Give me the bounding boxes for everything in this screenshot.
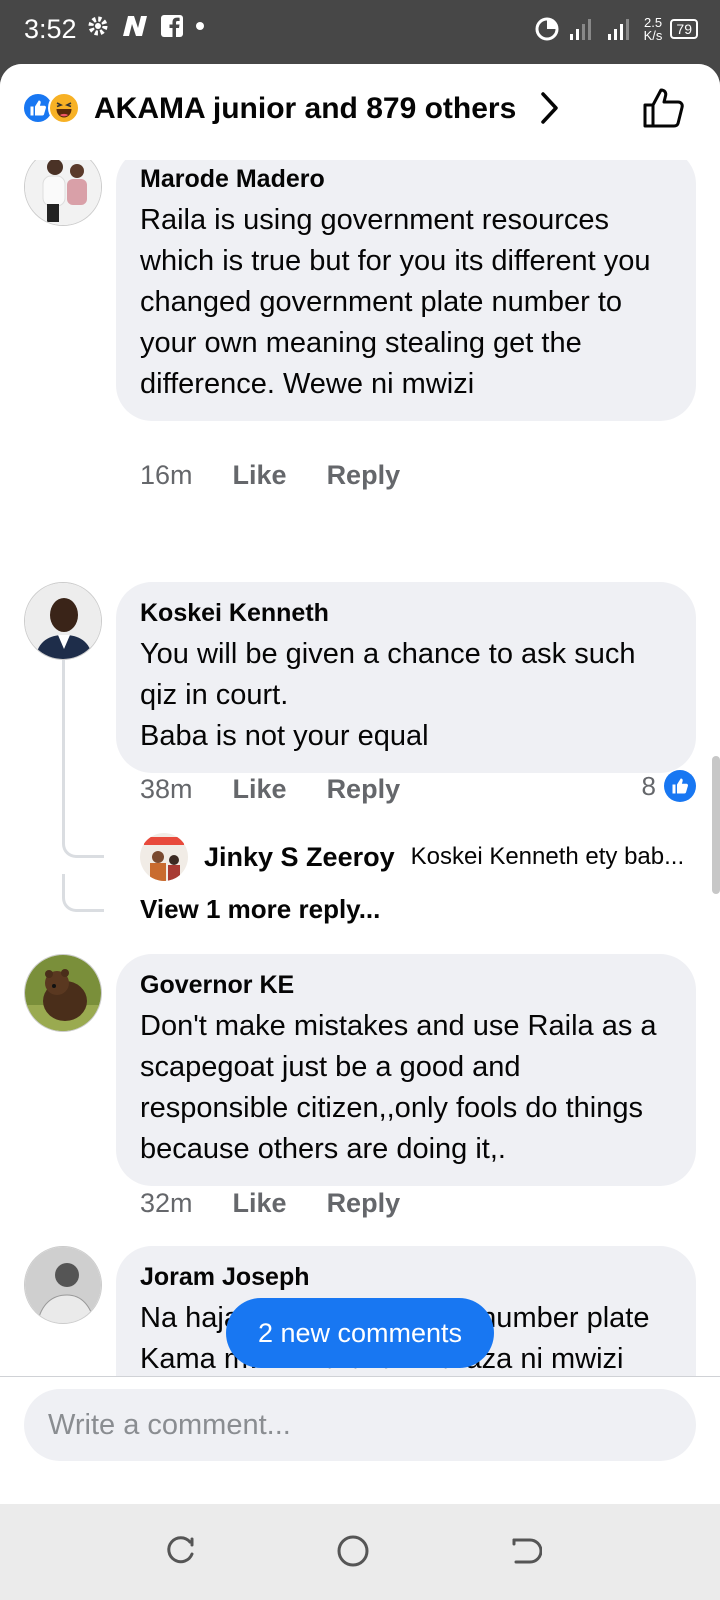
- comment-author[interactable]: Koskei Kenneth: [140, 596, 672, 630]
- facebook-icon: [161, 15, 183, 38]
- data-saver-icon: [535, 17, 559, 41]
- avatar[interactable]: [24, 582, 102, 660]
- reply-action[interactable]: Reply: [327, 774, 401, 805]
- thread-connector: [62, 820, 104, 858]
- comment-composer: Write a comment...: [0, 1376, 720, 1472]
- reactions-header[interactable]: AKAMA junior and 879 others: [0, 64, 720, 160]
- reaction-count[interactable]: 8: [642, 770, 696, 802]
- reactions-summary: AKAMA junior and 879 others: [94, 92, 517, 125]
- comment-author[interactable]: Marode Madero: [140, 162, 672, 196]
- avatar[interactable]: [24, 1246, 102, 1324]
- like-action[interactable]: Like: [233, 460, 287, 491]
- haha-reaction-icon: [48, 92, 80, 124]
- like-action[interactable]: Like: [233, 774, 287, 805]
- reply-preview[interactable]: Jinky S Zeeroy Koskei Kenneth ety bab...: [140, 832, 700, 882]
- status-time: 3:52: [24, 14, 77, 44]
- comment-list[interactable]: Marode Madero Raila is using government …: [0, 160, 720, 1376]
- navigation-bar: [0, 1504, 720, 1600]
- like-action[interactable]: Like: [233, 1188, 287, 1219]
- like-badge-icon: [664, 770, 696, 802]
- comments-sheet: AKAMA junior and 879 others Marode Mader…: [0, 64, 720, 1504]
- avatar[interactable]: [24, 954, 102, 1032]
- comment-time: 32m: [140, 1188, 193, 1218]
- network-speed-unit: K/s: [643, 28, 663, 43]
- comment-text: You will be given a chance to ask such q…: [140, 638, 636, 752]
- comment-text: Raila is using government resources whic…: [140, 204, 651, 400]
- reply-author[interactable]: Jinky S Zeeroy: [204, 842, 395, 873]
- reply-action[interactable]: Reply: [327, 460, 401, 491]
- avatar[interactable]: [24, 160, 102, 226]
- home-icon[interactable]: [336, 1534, 370, 1568]
- network-speed: 2.5 K/s: [644, 16, 663, 42]
- scroll-indicator[interactable]: [712, 756, 720, 894]
- reaction-icons: [22, 92, 80, 124]
- battery-indicator: 79: [670, 19, 698, 39]
- comment-time: 38m: [140, 774, 193, 804]
- view-more-replies[interactable]: View 1 more reply...: [140, 894, 380, 925]
- thread-line: [62, 660, 65, 840]
- signal-icon-2: [607, 19, 629, 40]
- n-app-icon: [123, 16, 147, 36]
- comment-author[interactable]: Governor KE: [140, 968, 672, 1002]
- avatar[interactable]: [140, 833, 188, 881]
- recent-apps-icon[interactable]: [164, 1534, 198, 1568]
- comment-bubble[interactable]: Marode Madero Raila is using government …: [116, 160, 696, 421]
- status-notification-icons: [86, 14, 206, 38]
- reaction-count-number: 8: [641, 770, 656, 801]
- status-system-icons: 2.5 K/s 79: [534, 16, 698, 42]
- signal-icon: [569, 19, 591, 40]
- comment-bubble[interactable]: Koskei Kenneth You will be given a chanc…: [116, 582, 696, 773]
- comment-time: 16m: [140, 460, 193, 490]
- status-bar: 3:52 2.5 K/s 79: [0, 0, 720, 64]
- chevron-right-icon: [541, 92, 558, 124]
- comment-input[interactable]: Write a comment...: [24, 1389, 696, 1461]
- comment-author[interactable]: Joram Joseph: [140, 1260, 672, 1294]
- comment-text: Don't make mistakes and use Raila as a s…: [140, 1010, 657, 1165]
- like-button-icon[interactable]: [642, 86, 686, 130]
- new-comments-button[interactable]: 2 new comments: [226, 1298, 494, 1368]
- comment-bubble[interactable]: Governor KE Don't make mistakes and use …: [116, 954, 696, 1186]
- notification-dot-icon: [196, 22, 204, 30]
- thread-connector: [62, 874, 104, 912]
- gear-icon: [88, 16, 108, 36]
- comment-actions: 16m Like Reply: [140, 460, 400, 491]
- back-icon[interactable]: [508, 1534, 542, 1568]
- comment-actions: 38m Like Reply: [140, 774, 400, 805]
- reply-action[interactable]: Reply: [327, 1188, 401, 1219]
- reply-text: Koskei Kenneth ety bab...: [410, 843, 685, 870]
- comment-actions: 32m Like Reply: [140, 1188, 400, 1219]
